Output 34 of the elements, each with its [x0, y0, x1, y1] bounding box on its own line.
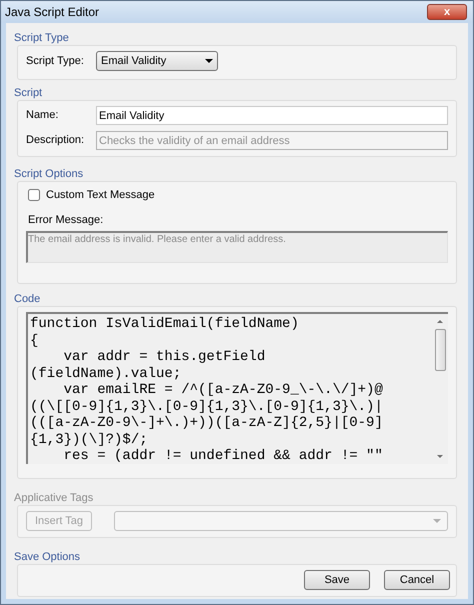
group-title: Script Options	[14, 167, 84, 181]
group-title: Script	[14, 86, 42, 100]
code-line: var addr = this.getField	[62, 349, 266, 366]
script-type-dropdown[interactable]: Email Validity	[96, 51, 218, 71]
code-line: {	[30, 332, 40, 349]
custom-text-checkbox[interactable]	[28, 189, 40, 202]
tag-dropdown[interactable]	[114, 511, 448, 531]
group-title: Applicative Tags	[14, 491, 94, 505]
field-label: Error Message:	[28, 212, 104, 228]
group-title: Script Type	[14, 31, 69, 45]
description-field[interactable]: Checks the validity of an email address	[96, 131, 448, 150]
code-line: ((\[[0-9]{1,3}\.[0-9]{1,3}\.[0-9]{1,3}\.)|	[30, 398, 384, 415]
group-title: Save Options	[14, 550, 80, 564]
field-label: Name:	[26, 108, 60, 124]
code-line: var emailRE = /^([a-zA-Z0-9_\-\.\/]+)@	[62, 382, 384, 398]
scroll-down-icon	[437, 455, 443, 458]
code-line: function IsValidEmail(fieldName)	[30, 316, 300, 332]
name-field[interactable]: Email Validity	[96, 106, 448, 125]
scroll-up-icon	[437, 320, 443, 323]
code-line: res = (addr != undefined && addr != ""	[62, 448, 384, 464]
code-editor[interactable]	[26, 312, 448, 464]
code-line: (([a-zA-Z0-9\-]+\.)+))([a-zA-Z]{2,5}|[0-9]	[30, 415, 384, 432]
field-label: Description:	[26, 133, 86, 148]
code-line: (fieldName).value;	[30, 366, 182, 382]
code-line: {1,3})(\]?)$/;	[30, 432, 149, 448]
group-title: Code	[14, 292, 40, 306]
cancel-button[interactable]: Cancel	[384, 570, 450, 590]
field-label: Script Type:	[26, 54, 85, 69]
caret-icon	[205, 59, 213, 63]
caret-icon	[433, 519, 441, 523]
save-button[interactable]: Save	[304, 570, 370, 590]
window-title: Java Script Editor	[5, 4, 100, 21]
scroll-thumb[interactable]	[434, 329, 446, 371]
checkbox-label: Custom Text Message	[46, 188, 155, 203]
